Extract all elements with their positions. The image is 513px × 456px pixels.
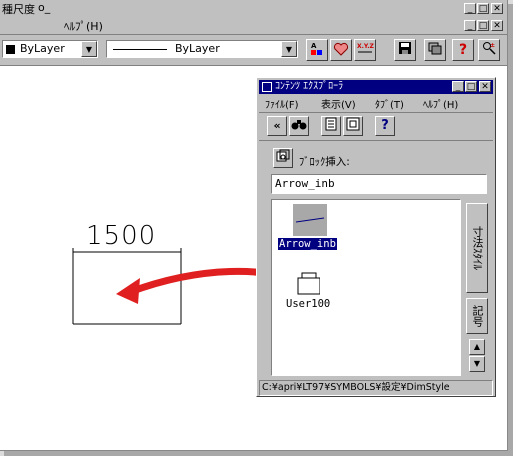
chevron-down-icon[interactable]: ▼	[281, 41, 297, 57]
heart-icon	[333, 42, 349, 56]
window-icon	[346, 117, 360, 131]
app-menu-row: 種尺度 o_ _ □ ✕	[0, 0, 507, 18]
content-explorer-title: ｺﾝﾃﾝﾂ ｴｸｽﾌﾟﾛｰﾗ	[275, 81, 344, 92]
zoom-icon: ±	[483, 42, 496, 55]
xyz-button[interactable]: X.Y.Z	[354, 39, 376, 61]
zoom-button[interactable]: ±	[478, 39, 500, 61]
content-explorer-menu: ﾌｧｲﾙ(F) 表示(V) ﾀﾌﾞ(T) ﾍﾙﾌﾟ(H)	[259, 95, 493, 111]
layer-color-button[interactable]: A	[306, 39, 328, 61]
block-name-input[interactable]: Arrow_inb	[271, 174, 487, 194]
svg-text:X.Y.Z: X.Y.Z	[357, 43, 374, 50]
list-icon	[325, 117, 337, 131]
doc-maximize-button[interactable]: □	[477, 20, 489, 31]
content-explorer-titlebar[interactable]: ｺﾝﾃﾝﾂ ｴｸｽﾌﾟﾛｰﾗ _ □ ✕	[259, 80, 493, 94]
help-icon: ?	[458, 42, 468, 58]
svg-text:±: ±	[490, 42, 495, 49]
ce-menu-help[interactable]: ﾍﾙﾌﾟ(H)	[423, 96, 458, 111]
block-thumbnail	[293, 204, 327, 236]
app-close-button[interactable]: ✕	[491, 3, 503, 14]
layer-combo[interactable]: ByLayer ▼	[2, 40, 98, 58]
list-item[interactable]: Arrow_inb	[276, 204, 346, 254]
ce-help-button[interactable]: ?	[375, 116, 395, 136]
block-insert-button[interactable]	[273, 148, 293, 168]
doc-menu-row: ﾍﾙﾌﾟ(H) _ □ ✕	[0, 18, 507, 35]
tab-dimstyle[interactable]: 寸法ｽﾀｲﾙ	[466, 203, 488, 293]
heart-button[interactable]	[330, 39, 352, 61]
layer-color-icon: A	[311, 42, 322, 55]
path-status-bar: C:¥apri¥LT97¥SYMBOLS¥設定¥DimStyle	[259, 380, 493, 396]
app-maximize-button[interactable]: □	[477, 3, 489, 14]
menu-scale[interactable]: 種尺度	[2, 1, 35, 17]
menu-o[interactable]: o_	[38, 1, 50, 14]
layer-combo-value: ByLayer	[20, 42, 65, 55]
window-view-button[interactable]	[343, 116, 363, 136]
search-button[interactable]	[289, 116, 309, 136]
application-window: 種尺度 o_ _ □ ✕ ﾍﾙﾌﾟ(H) _ □ ✕ ByLayer ▼ ByL…	[0, 0, 508, 451]
chevron-down-icon[interactable]: ▼	[81, 41, 97, 57]
dimension-text: 1500	[86, 221, 157, 251]
ce-menu-file[interactable]: ﾌｧｲﾙ(F)	[265, 96, 299, 111]
block-list[interactable]: Arrow_inb User100	[271, 199, 461, 376]
xyz-icon: X.Y.Z	[357, 43, 375, 53]
ce-minimize-button[interactable]: _	[452, 81, 464, 92]
ce-menu-view[interactable]: 表示(V)	[321, 96, 356, 111]
ce-maximize-button[interactable]: □	[465, 81, 477, 92]
binoculars-icon	[291, 120, 307, 130]
copy-window-icon	[428, 42, 442, 55]
linetype-line-sample	[113, 49, 167, 50]
scroll-down-button[interactable]: ▼	[469, 356, 485, 372]
back-button[interactable]: «	[267, 116, 287, 136]
doc-minimize-button[interactable]: _	[464, 20, 476, 31]
list-view-button[interactable]	[321, 116, 341, 136]
save-button[interactable]	[394, 39, 416, 61]
svg-text:A: A	[311, 42, 317, 50]
ce-menu-tab[interactable]: ﾀﾌﾞ(T)	[375, 96, 404, 111]
scroll-up-button[interactable]: ▲	[469, 339, 485, 355]
list-item-label: Arrow_inb	[278, 238, 337, 250]
help-button[interactable]: ?	[452, 39, 474, 61]
layer-color-swatch	[6, 45, 15, 54]
tab-symbols[interactable]: 記号	[466, 298, 488, 334]
list-item[interactable]: User100	[276, 272, 356, 322]
block-insert-label: ﾌﾞﾛｯｸ挿入:	[299, 156, 350, 168]
linetype-combo-value: ByLayer	[175, 42, 220, 55]
properties-toolbar: ByLayer ▼ ByLayer ▼ A X.Y.Z ? ±	[0, 35, 507, 66]
copy-window-button[interactable]	[424, 39, 446, 61]
window-menu-icon[interactable]	[262, 82, 272, 92]
save-icon	[399, 42, 411, 54]
linetype-combo[interactable]: ByLayer ▼	[106, 40, 298, 58]
doc-close-button[interactable]: ✕	[491, 20, 503, 31]
ce-close-button[interactable]: ✕	[479, 81, 491, 92]
list-item-label: User100	[286, 298, 331, 310]
block-insert-icon	[276, 149, 290, 162]
app-minimize-button[interactable]: _	[464, 3, 476, 14]
content-explorer-window: ｺﾝﾃﾝﾂ ｴｸｽﾌﾟﾛｰﾗ _ □ ✕ ﾌｧｲﾙ(F) 表示(V) ﾀﾌﾞ(T…	[256, 77, 496, 397]
block-thumbnail	[297, 272, 320, 295]
menu-help[interactable]: ﾍﾙﾌﾟ(H)	[64, 18, 103, 34]
